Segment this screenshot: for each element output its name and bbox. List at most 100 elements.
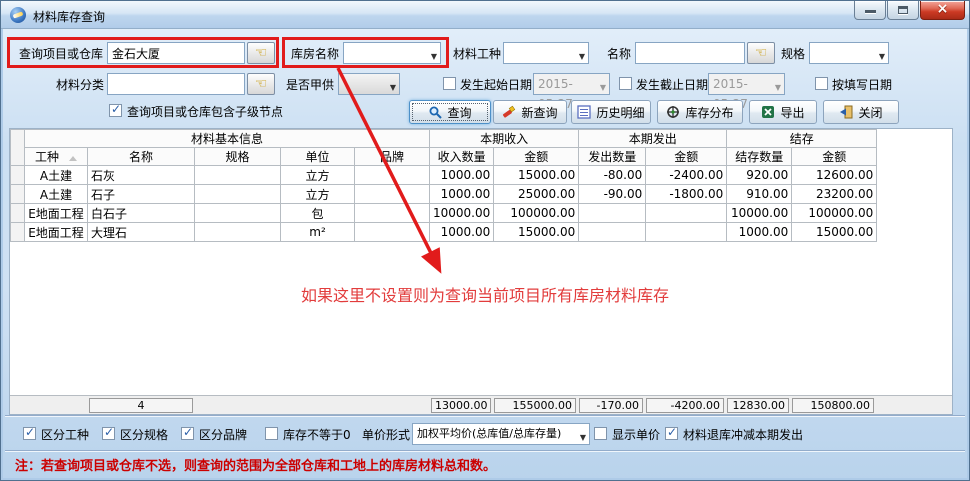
table-cell[interactable] bbox=[355, 223, 430, 242]
category-browse-button[interactable]: ☜ bbox=[247, 73, 275, 95]
table-cell[interactable]: 910.00 bbox=[727, 185, 792, 204]
table-cell[interactable]: -80.00 bbox=[579, 166, 646, 185]
new-query-button-label: 新查询 bbox=[521, 104, 557, 121]
supply-label: 是否甲供 bbox=[286, 78, 334, 92]
table-cell[interactable]: 15000.00 bbox=[494, 223, 579, 242]
minimize-button[interactable] bbox=[854, 1, 886, 20]
table-cell[interactable] bbox=[579, 204, 646, 223]
column-header-spec[interactable]: 规格 bbox=[195, 148, 281, 166]
table-cell[interactable]: 10000.00 bbox=[430, 204, 494, 223]
column-header-in-qty[interactable]: 收入数量 bbox=[430, 148, 494, 166]
column-header-in-amt[interactable]: 金额 bbox=[494, 148, 579, 166]
by-trade-checkbox[interactable] bbox=[23, 427, 36, 440]
table-cell[interactable]: 10000.00 bbox=[727, 204, 792, 223]
table-cell[interactable]: 1000.00 bbox=[430, 185, 494, 204]
table-cell[interactable] bbox=[195, 166, 281, 185]
table-cell[interactable]: 23200.00 bbox=[792, 185, 877, 204]
table-cell[interactable] bbox=[195, 204, 281, 223]
table-row[interactable]: E地面工程 白石子 包 10000.00 100000.00 10000.00 … bbox=[11, 204, 877, 223]
table-row[interactable]: E地面工程 大理石 m² 1000.00 15000.00 1000.00 15… bbox=[11, 223, 877, 242]
table-cell[interactable]: -90.00 bbox=[579, 185, 646, 204]
window-title: 材料库存查询 bbox=[33, 8, 105, 25]
wheel-icon bbox=[666, 105, 680, 119]
show-price-checkbox[interactable] bbox=[594, 427, 607, 440]
table-cell[interactable]: 立方 bbox=[281, 166, 355, 185]
start-date-select[interactable]: 2015-05-27 ▼ bbox=[533, 73, 610, 95]
maximize-button[interactable] bbox=[887, 1, 919, 20]
supply-select[interactable]: ▼ bbox=[338, 73, 400, 95]
table-cell[interactable]: 100000.00 bbox=[792, 204, 877, 223]
column-header-trade[interactable]: 工种 bbox=[25, 148, 88, 166]
price-mode-select[interactable]: 加权平均价(总库值/总库存量) ▼ bbox=[412, 423, 590, 445]
stock-distribution-button[interactable]: 库存分布 bbox=[657, 100, 743, 124]
table-cell[interactable]: 大理石 bbox=[88, 223, 195, 242]
table-cell[interactable]: 石灰 bbox=[88, 166, 195, 185]
table-cell[interactable]: E地面工程 bbox=[25, 204, 88, 223]
table-cell[interactable] bbox=[646, 223, 727, 242]
row-selector[interactable] bbox=[11, 166, 25, 185]
trade-label: 材料工种 bbox=[453, 47, 501, 61]
column-header-bal-amt[interactable]: 金额 bbox=[792, 148, 877, 166]
table-cell[interactable]: m² bbox=[281, 223, 355, 242]
table-cell[interactable]: 100000.00 bbox=[494, 204, 579, 223]
row-selector[interactable] bbox=[11, 204, 25, 223]
spec-select[interactable]: ▼ bbox=[809, 42, 889, 64]
table-cell[interactable]: 白石子 bbox=[88, 204, 195, 223]
column-header-out-amt[interactable]: 金额 bbox=[646, 148, 727, 166]
summary-bal-amt: 150800.00 bbox=[792, 398, 874, 413]
table-cell[interactable]: 25000.00 bbox=[494, 185, 579, 204]
table-cell[interactable]: 石子 bbox=[88, 185, 195, 204]
table-cell[interactable]: A土建 bbox=[25, 185, 88, 204]
category-input[interactable] bbox=[107, 73, 245, 95]
table-cell[interactable]: 920.00 bbox=[727, 166, 792, 185]
query-button[interactable]: 查询 bbox=[409, 100, 491, 124]
table-cell[interactable] bbox=[355, 166, 430, 185]
table-cell[interactable]: A土建 bbox=[25, 166, 88, 185]
name-browse-button[interactable]: ☜ bbox=[747, 42, 775, 64]
table-cell[interactable] bbox=[195, 223, 281, 242]
export-button[interactable]: 导出 bbox=[749, 100, 817, 124]
table-cell[interactable]: 15000.00 bbox=[792, 223, 877, 242]
close-button[interactable]: × bbox=[920, 1, 965, 20]
trade-select[interactable]: ▼ bbox=[503, 42, 589, 64]
table-cell[interactable]: 包 bbox=[281, 204, 355, 223]
history-detail-button[interactable]: 历史明细 bbox=[571, 100, 651, 124]
table-cell[interactable]: 立方 bbox=[281, 185, 355, 204]
table-cell[interactable] bbox=[355, 204, 430, 223]
table-cell[interactable]: 15000.00 bbox=[494, 166, 579, 185]
fill-date-checkbox[interactable] bbox=[815, 77, 828, 90]
table-row[interactable]: A土建 石子 立方 1000.00 25000.00 -90.00 -1800.… bbox=[11, 185, 877, 204]
table-row[interactable]: A土建 石灰 立方 1000.00 15000.00 -80.00 -2400.… bbox=[11, 166, 877, 185]
table-cell[interactable]: -1800.00 bbox=[646, 185, 727, 204]
table-cell[interactable]: 1000.00 bbox=[430, 223, 494, 242]
end-date-select[interactable]: 2015-05-27 ▼ bbox=[708, 73, 785, 95]
table-cell[interactable]: 1000.00 bbox=[430, 166, 494, 185]
end-date-checkbox[interactable] bbox=[619, 77, 632, 90]
name-input[interactable] bbox=[635, 42, 745, 64]
by-brand-checkbox[interactable] bbox=[181, 427, 194, 440]
column-header-bal-qty[interactable]: 结存数量 bbox=[727, 148, 792, 166]
return-offset-checkbox[interactable] bbox=[665, 427, 678, 440]
start-date-checkbox[interactable] bbox=[443, 77, 456, 90]
table-cell[interactable]: -2400.00 bbox=[646, 166, 727, 185]
stock-distribution-button-label: 库存分布 bbox=[685, 104, 733, 121]
new-query-button[interactable]: 新查询 bbox=[493, 100, 567, 124]
column-header-unit[interactable]: 单位 bbox=[281, 148, 355, 166]
include-children-checkbox[interactable] bbox=[109, 104, 122, 117]
close-window-button[interactable]: 关闭 bbox=[823, 100, 899, 124]
table-cell[interactable] bbox=[195, 185, 281, 204]
table-cell[interactable] bbox=[646, 204, 727, 223]
table-cell[interactable]: 12600.00 bbox=[792, 166, 877, 185]
row-selector[interactable] bbox=[11, 185, 25, 204]
table-cell[interactable] bbox=[355, 185, 430, 204]
table-cell[interactable] bbox=[579, 223, 646, 242]
column-header-brand[interactable]: 品牌 bbox=[355, 148, 430, 166]
column-header-name[interactable]: 名称 bbox=[88, 148, 195, 166]
by-spec-checkbox[interactable] bbox=[102, 427, 115, 440]
history-detail-button-label: 历史明细 bbox=[596, 104, 644, 121]
table-cell[interactable]: 1000.00 bbox=[727, 223, 792, 242]
nonzero-checkbox[interactable] bbox=[265, 427, 278, 440]
column-header-out-qty[interactable]: 发出数量 bbox=[579, 148, 646, 166]
row-selector[interactable] bbox=[11, 223, 25, 242]
table-cell[interactable]: E地面工程 bbox=[25, 223, 88, 242]
